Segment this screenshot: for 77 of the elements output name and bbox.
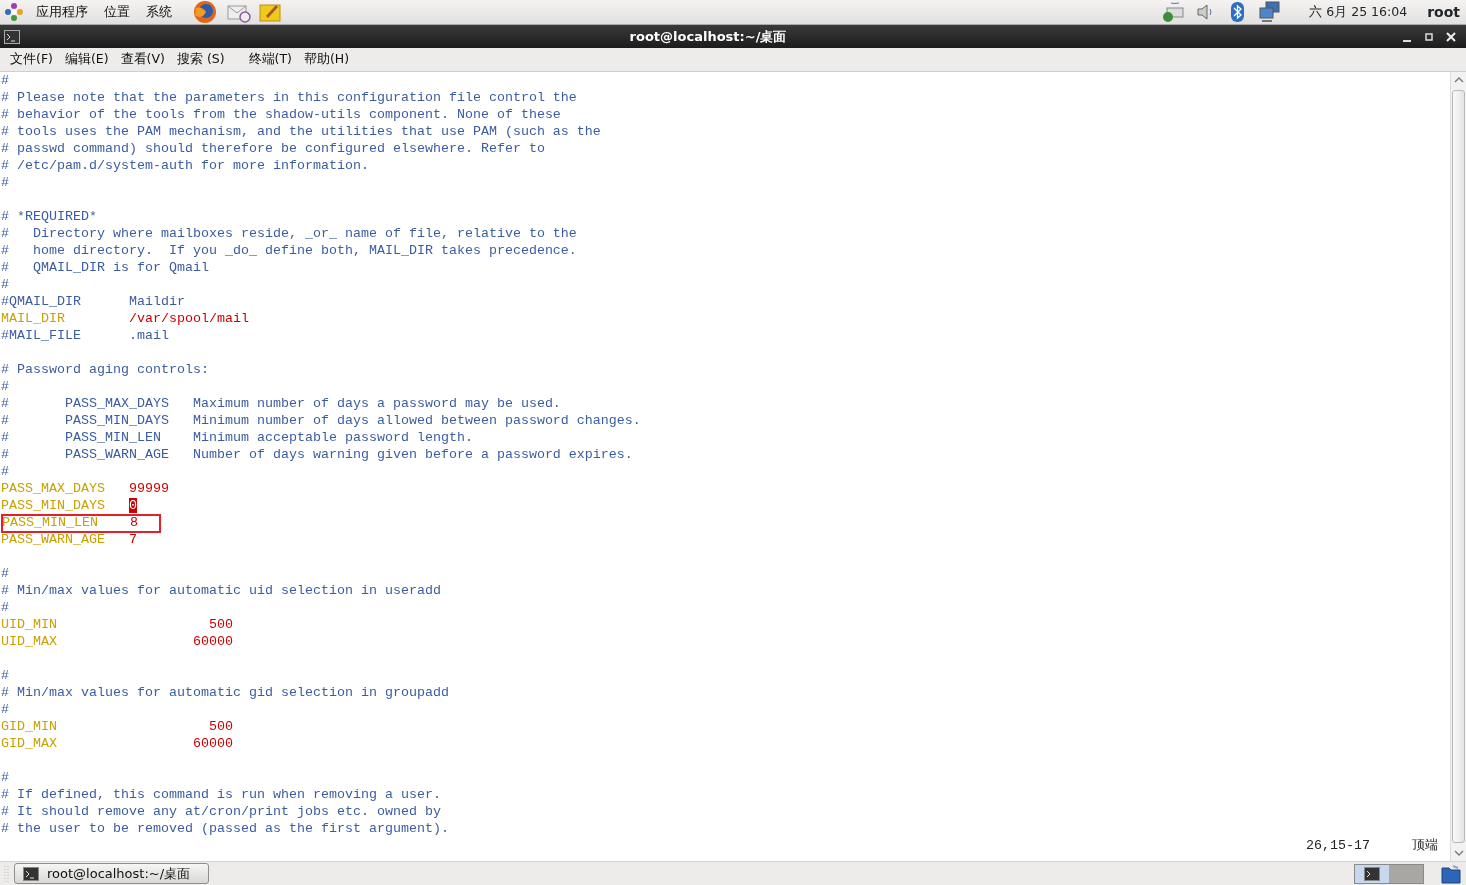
flower-logo-icon[interactable] [4, 2, 24, 22]
terminal-icon [23, 866, 39, 881]
comment-text: # Password aging controls: [1, 362, 209, 377]
comment-text: # [1, 175, 9, 190]
comment-text: # behavior of the tools from the shadow-utils component. None of these [1, 107, 561, 122]
comment-text: # [1, 464, 9, 479]
menu-item[interactable]: 编辑(E) [58, 50, 115, 69]
trash-folder-icon[interactable] [1440, 862, 1462, 885]
config-value: 99999 [128, 481, 169, 496]
taskbar-button[interactable]: root@localhost:~/桌面 [14, 863, 209, 884]
menu-item[interactable]: 查看(V) [114, 50, 171, 69]
panel-user[interactable]: root [1427, 1, 1460, 23]
notepad-pencil-icon[interactable] [258, 1, 282, 23]
workspace-switcher[interactable] [1354, 863, 1424, 884]
panel-clock[interactable]: 六 6月 25 16:04 [1309, 2, 1408, 22]
menu-item[interactable]: 终端(T) [242, 50, 298, 69]
menu-item[interactable]: 帮助(H) [298, 50, 356, 69]
window-title: root@localhost:~/桌面 [628, 27, 788, 46]
comment-text: # tools uses the PAM mechanism, and the utilities that use PAM (such as the [1, 124, 601, 139]
scrollbar-thumb[interactable] [1452, 90, 1465, 843]
config-value: /var/spool/mail [128, 311, 249, 326]
network-computers-icon[interactable] [1257, 0, 1282, 24]
config-key: UID_MAX [1, 633, 193, 650]
config-key: GID_MAX [1, 735, 193, 752]
comment-text: # Please note that the parameters in this configuration file control the [1, 90, 577, 105]
close-icon[interactable] [1445, 30, 1457, 43]
terminal-icon[interactable] [4, 29, 20, 44]
config-value: 7 [128, 532, 137, 547]
comment-text: # /etc/pam.d/system-auth for more information. [1, 158, 369, 173]
comment-text: # If defined, this command is run when removing a user. [1, 787, 441, 802]
config-key: MAIL_DIR [1, 310, 129, 327]
comment-text: # Min/max values for automatic uid selection in useradd [1, 583, 441, 598]
comment-text: # [1, 73, 9, 88]
config-value: 60000 [192, 736, 233, 751]
comment-text: # [1, 600, 9, 615]
drag-handle-icon [4, 863, 10, 884]
config-key: PASS_MIN_DAYS [1, 497, 129, 514]
comment-text: # [1, 668, 9, 683]
config-key: UID_MIN [1, 616, 193, 633]
comment-text: # *REQUIRED* [1, 209, 97, 224]
comment-text: # passwd command) should therefore be configured elsewhere. Refer to [1, 141, 545, 156]
cursor-position: 26,15-17 [1306, 837, 1370, 854]
comment-text: # Min/max values for automatic gid selection in groupadd [1, 685, 449, 700]
comment-text: # home directory. If you _do_ define both, MAIL_DIR takes precedence. [1, 243, 577, 258]
comment-text: # PASS_MAX_DAYS Maximum number of days a password may be used. [1, 396, 561, 411]
config-value: 500 [208, 617, 233, 632]
comment-text: # [1, 277, 9, 292]
comment-text: # QMAIL_DIR is for Qmail [1, 260, 209, 275]
terminal-icon [1364, 866, 1380, 881]
comment-text: # [1, 702, 9, 717]
comment-text: # It should remove any at/cron/print jobs etc. owned by [1, 804, 441, 819]
panel-menu[interactable]: 应用程序 [30, 2, 94, 22]
comment-text: # Directory where mailboxes reside, _or_ name of file, relative to the [1, 226, 577, 241]
menu-item[interactable]: 搜索 (S) [170, 50, 231, 69]
panel-menu[interactable]: 系统 [140, 2, 178, 22]
comment-text: #QMAIL_DIR Maildir [1, 294, 185, 309]
comment-text: # PASS_MIN_DAYS Minimum number of days allowed between password changes. [1, 413, 641, 428]
comment-text: # [1, 566, 9, 581]
comment-text: # [1, 770, 9, 785]
scrollbar[interactable] [1450, 72, 1466, 861]
config-key: PASS_MIN_LEN [2, 514, 130, 531]
comment-text: # [1, 379, 9, 394]
config-key: PASS_WARN_AGE [1, 531, 129, 548]
comment-text: # PASS_MIN_LEN Minimum acceptable password length. [1, 430, 473, 445]
config-value: 500 [208, 719, 233, 734]
comment-text: #MAIL_FILE .mail [1, 328, 169, 343]
config-key: GID_MIN [1, 718, 193, 735]
panel-menu[interactable]: 位置 [98, 2, 136, 22]
scroll-position: 顶端 [1412, 837, 1438, 854]
comment-text: # the user to be removed (passed as the first argument). [1, 821, 449, 836]
menu-item[interactable]: 文件(F) [4, 50, 59, 69]
config-value: 0 [128, 498, 137, 513]
config-key: PASS_MAX_DAYS [1, 480, 129, 497]
config-value: 8 [129, 515, 138, 530]
maximize-icon[interactable] [1423, 30, 1435, 43]
comment-text: # PASS_WARN_AGE Number of days warning given before a password expires. [1, 447, 633, 462]
config-value: 60000 [192, 634, 233, 649]
